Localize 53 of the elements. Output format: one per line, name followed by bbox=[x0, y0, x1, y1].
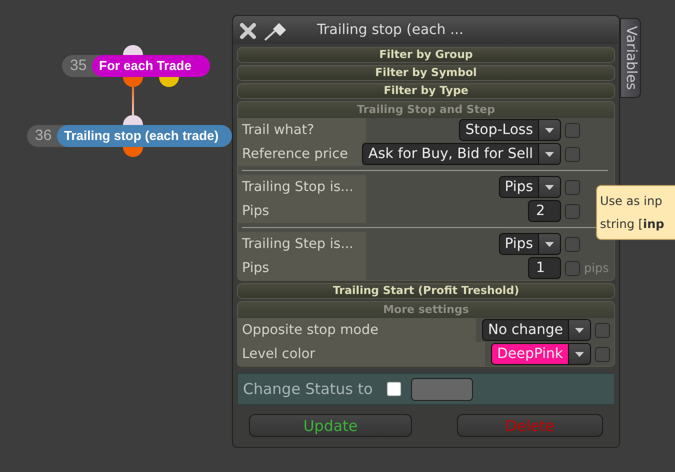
checkbox[interactable] bbox=[565, 122, 580, 138]
unit-label: pips bbox=[584, 261, 609, 275]
checkbox[interactable] bbox=[565, 236, 580, 252]
connector-port[interactable] bbox=[123, 115, 143, 125]
connector-line bbox=[132, 87, 134, 115]
side-tab[interactable]: Variables bbox=[620, 18, 641, 98]
dropdown[interactable]: No change bbox=[482, 319, 591, 341]
number-field[interactable]: 1 bbox=[528, 257, 561, 279]
checkbox[interactable] bbox=[565, 204, 580, 218]
field-label: Level color bbox=[242, 344, 316, 364]
connector-port[interactable] bbox=[123, 45, 143, 55]
section-header[interactable]: Filter by Type bbox=[237, 83, 615, 99]
field-label: Pips bbox=[242, 202, 270, 221]
section-header[interactable]: Filter by Symbol bbox=[237, 65, 615, 81]
graph-node[interactable]: 35 For each Trade bbox=[62, 55, 210, 77]
caret-icon bbox=[545, 242, 554, 246]
tooltip-text: string [inp bbox=[600, 216, 666, 233]
update-button[interactable]: Update bbox=[249, 414, 412, 437]
dropdown[interactable]: Pips bbox=[498, 233, 561, 255]
tooltip-text: Use as inp bbox=[600, 193, 664, 210]
status-label: Change Status to bbox=[243, 378, 374, 400]
dropdown[interactable]: Pips bbox=[498, 176, 561, 198]
checkbox[interactable] bbox=[565, 146, 580, 162]
node-label[interactable]: Trailing stop (each trade) bbox=[57, 125, 232, 147]
field-label: Trailing Stop is... bbox=[242, 178, 354, 197]
checkbox[interactable] bbox=[595, 322, 610, 338]
graph-node[interactable]: 36 Trailing stop (each trade) bbox=[27, 125, 232, 147]
window-title: Trailing stop (each ... bbox=[317, 20, 464, 40]
node-label[interactable]: For each Trade bbox=[92, 55, 210, 77]
caret-icon bbox=[575, 352, 584, 356]
field-label: Trail what? bbox=[242, 120, 314, 140]
caret-icon bbox=[575, 328, 584, 332]
section-header[interactable]: Trailing Start (Profit Treshold) bbox=[237, 283, 615, 299]
caret-icon bbox=[545, 128, 554, 132]
caret-icon bbox=[545, 152, 554, 156]
status-field[interactable] bbox=[411, 378, 473, 400]
connector-port[interactable] bbox=[159, 77, 179, 87]
field-label: Trailing Step is... bbox=[242, 234, 354, 254]
field-label: Pips bbox=[242, 258, 270, 278]
connector-port[interactable] bbox=[123, 77, 143, 87]
connector-port[interactable] bbox=[123, 147, 143, 157]
number-field[interactable]: 2 bbox=[528, 200, 561, 222]
checkbox[interactable] bbox=[565, 260, 580, 276]
checkbox[interactable] bbox=[595, 346, 610, 362]
node-number: 35 bbox=[70, 56, 88, 76]
dropdown[interactable]: Stop-Loss bbox=[459, 119, 561, 141]
node-number: 36 bbox=[35, 126, 53, 146]
field-label: Reference price bbox=[242, 144, 348, 164]
checkbox[interactable] bbox=[565, 180, 580, 194]
field-label: Opposite stop mode bbox=[242, 320, 378, 340]
caret-icon bbox=[545, 184, 554, 190]
dropdown[interactable]: Ask for Buy, Bid for Sell bbox=[362, 143, 561, 165]
section-header[interactable]: Filter by Group bbox=[237, 47, 615, 63]
